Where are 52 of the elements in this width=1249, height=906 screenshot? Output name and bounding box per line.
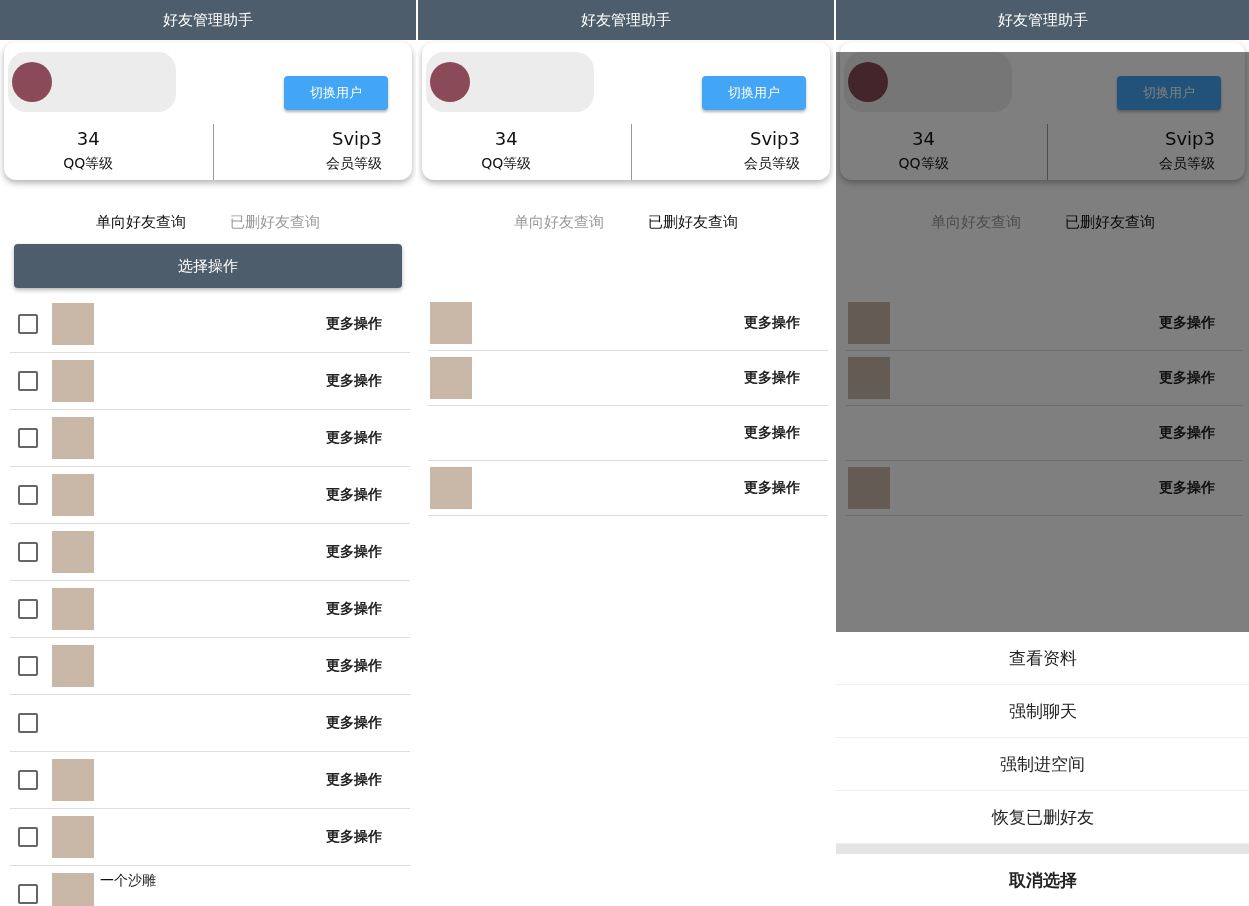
more-actions-link[interactable]: 更多操作 (1159, 369, 1215, 387)
stat-value: Svip3 (1165, 128, 1215, 149)
more-actions-link[interactable]: 更多操作 (326, 600, 382, 618)
app-title: 好友管理助手 (163, 10, 253, 30)
checkbox[interactable] (18, 713, 38, 733)
checkbox[interactable] (18, 884, 38, 904)
more-actions-link[interactable]: 更多操作 (744, 424, 800, 442)
checkbox[interactable] (18, 371, 38, 391)
more-actions-link[interactable]: 更多操作 (1159, 424, 1215, 442)
stat-value: Svip3 (750, 128, 800, 149)
avatar-placeholder (848, 62, 888, 102)
more-actions-link[interactable]: 更多操作 (744, 369, 800, 387)
stat-label: 会员等级 (1159, 155, 1215, 173)
query-tab[interactable]: 已删好友查询 (1064, 210, 1155, 234)
stat-value: Svip3 (332, 128, 382, 149)
checkbox[interactable] (18, 542, 38, 562)
avatar-placeholder (12, 62, 52, 102)
stat-value: 34 (912, 128, 935, 149)
more-actions-link[interactable]: 更多操作 (326, 486, 382, 504)
more-actions-link[interactable]: 更多操作 (326, 429, 382, 447)
stat-label: 会员等级 (326, 155, 382, 173)
stat-label: 会员等级 (744, 155, 800, 173)
checkbox[interactable] (18, 428, 38, 448)
friend-name: 一个沙雕 (100, 872, 156, 890)
stat-value: 34 (76, 128, 100, 149)
more-actions-link[interactable]: 更多操作 (1159, 314, 1215, 332)
more-actions-link[interactable]: 更多操作 (326, 771, 382, 789)
stat-value: 34 (494, 128, 518, 149)
checkbox[interactable] (18, 656, 38, 676)
stat-label: QQ等级 (481, 155, 532, 173)
more-actions-link[interactable]: 更多操作 (326, 543, 382, 561)
checkbox[interactable] (18, 485, 38, 505)
more-actions-link[interactable]: 更多操作 (1159, 479, 1215, 497)
checkbox[interactable] (18, 314, 38, 334)
avatar-placeholder (430, 62, 470, 102)
query-tab[interactable]: 单向好友查询 (96, 210, 186, 234)
more-actions-link[interactable]: 更多操作 (326, 828, 382, 846)
stat-label: QQ等级 (898, 155, 949, 173)
more-actions-link[interactable]: 更多操作 (326, 372, 382, 390)
checkbox[interactable] (18, 827, 38, 847)
app-title: 好友管理助手 (997, 10, 1088, 30)
app-title: 好友管理助手 (581, 10, 671, 30)
more-actions-link[interactable]: 更多操作 (744, 479, 800, 497)
checkbox[interactable] (18, 770, 38, 790)
stat-label: QQ等级 (63, 155, 114, 173)
more-actions-link[interactable]: 更多操作 (326, 315, 382, 333)
checkbox[interactable] (18, 599, 38, 619)
more-actions-link[interactable]: 更多操作 (326, 657, 382, 675)
more-actions-link[interactable]: 更多操作 (744, 314, 800, 332)
select-action-button[interactable]: 选择操作 (14, 244, 402, 288)
more-actions-link[interactable]: 更多操作 (326, 714, 382, 732)
query-tab[interactable]: 已删好友查询 (648, 210, 738, 234)
